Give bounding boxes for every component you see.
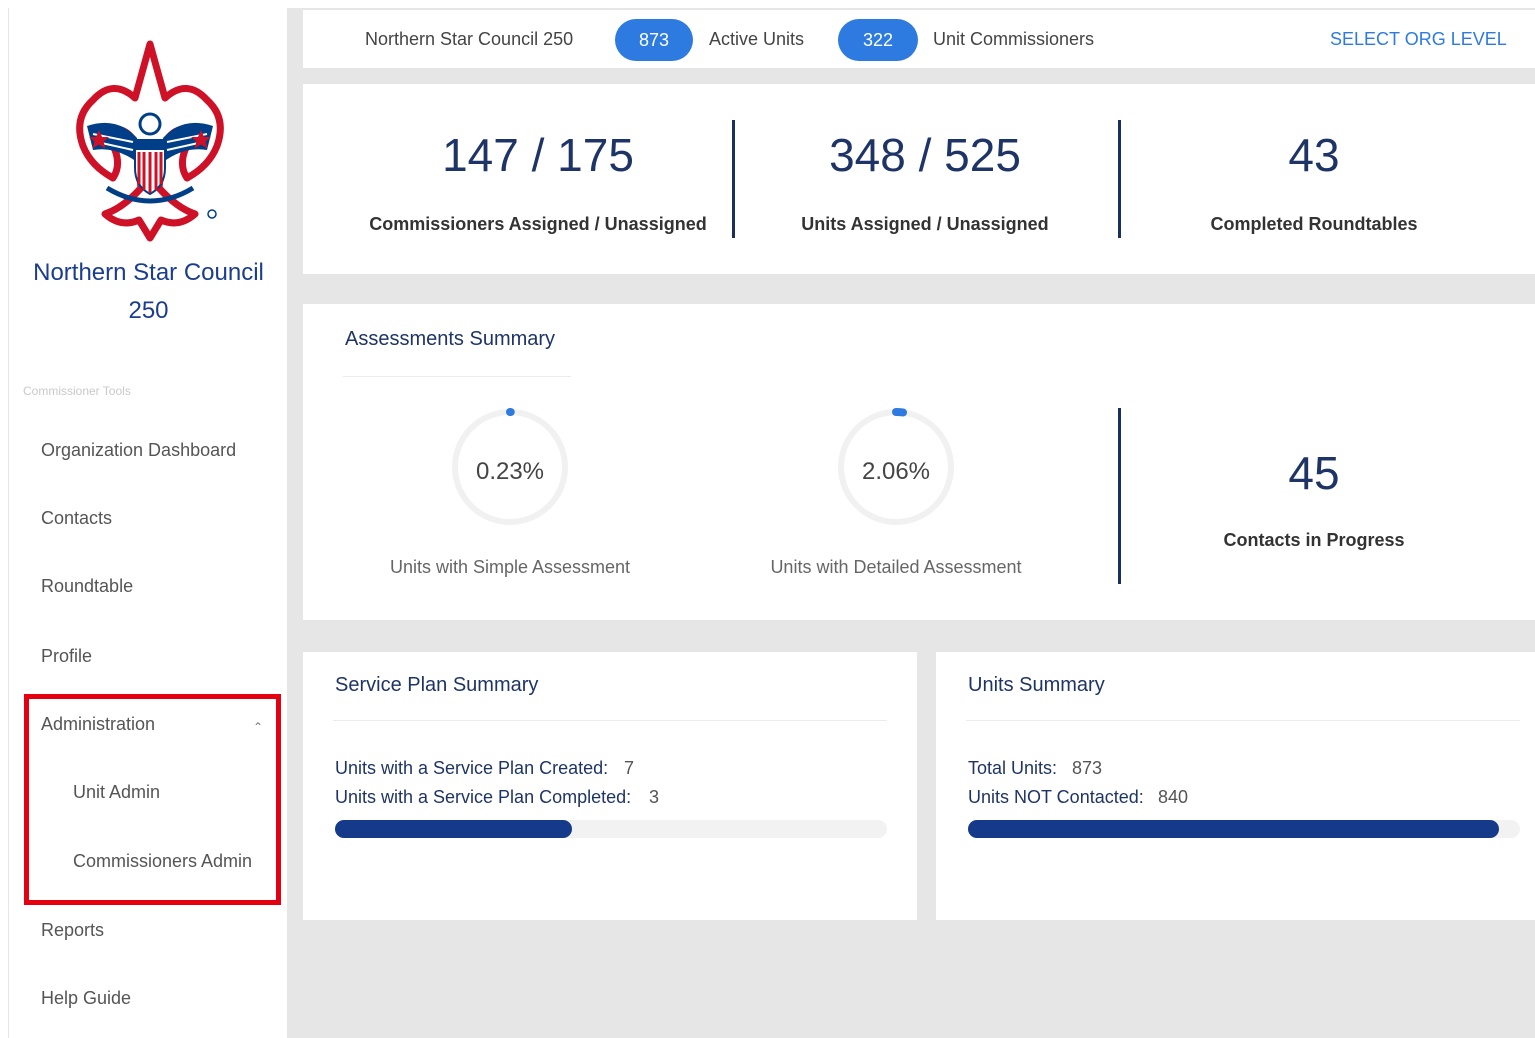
total-units-value: 873 xyxy=(1072,758,1103,778)
council-name-line1: Northern Star Council xyxy=(33,259,264,286)
units-not-contacted-label: Units NOT Contacted: xyxy=(968,787,1144,807)
assessment-divider xyxy=(1118,408,1121,584)
title-divider xyxy=(343,376,571,377)
stat-divider xyxy=(1118,120,1121,238)
active-units-badge: 873 xyxy=(615,19,693,61)
commissioners-stat-label: Commissioners Assigned / Unassigned xyxy=(369,214,707,234)
sidebar-item-help-guide[interactable]: Help Guide xyxy=(41,988,131,1009)
sidebar-item-reports[interactable]: Reports xyxy=(41,920,104,941)
service-plan-summary-title: Service Plan Summary xyxy=(335,674,539,696)
header-bar: Northern Star Council 250 873 Active Uni… xyxy=(303,10,1535,68)
units-summary-card: Units Summary Total Units: 873 Units NOT… xyxy=(936,652,1535,920)
service-plan-created-label: Units with a Service Plan Created: xyxy=(335,758,609,778)
roundtables-stat-value: 43 xyxy=(1288,129,1340,181)
service-plan-summary-card: Service Plan Summary Units with a Servic… xyxy=(303,652,917,920)
stats-card: 147 / 175 Commissioners Assigned / Unass… xyxy=(303,84,1535,274)
sidebar: Northern Star Council 250 Commissioner T… xyxy=(8,8,287,1038)
service-plan-progress-bar xyxy=(335,820,887,838)
title-divider xyxy=(966,720,1520,721)
sidebar-item-roundtable[interactable]: Roundtable xyxy=(41,576,133,597)
bsa-fleur-de-lis-logo xyxy=(76,40,224,242)
units-not-contacted-value: 840 xyxy=(1158,787,1189,807)
unit-commissioners-label: Unit Commissioners xyxy=(933,29,1095,49)
main-content: Northern Star Council 250 873 Active Uni… xyxy=(287,8,1535,1038)
units-summary-title: Units Summary xyxy=(968,674,1105,696)
detailed-assessment-value: 2.06% xyxy=(861,458,931,485)
administration-highlight-box xyxy=(24,694,281,905)
simple-assessment-label: Units with Simple Assessment xyxy=(389,557,631,577)
active-units-label: Active Units xyxy=(709,29,805,49)
header-council-name: Northern Star Council 250 xyxy=(365,29,574,49)
simple-assessment-value: 0.23% xyxy=(475,458,545,485)
commissioner-tools-label: Commissioner Tools xyxy=(23,384,131,398)
council-name: Northern Star Council 250 xyxy=(9,254,288,330)
service-plan-created-value: 7 xyxy=(624,758,635,778)
commissioners-stat-value: 147 / 175 xyxy=(442,129,634,181)
assessments-summary-card: Assessments Summary 0.23% Units with Sim… xyxy=(303,304,1535,620)
service-plan-progress-fill xyxy=(335,820,573,838)
sidebar-item-profile[interactable]: Profile xyxy=(41,646,92,667)
title-divider xyxy=(333,720,887,721)
assessments-summary-title: Assessments Summary xyxy=(345,328,556,350)
roundtables-stat-label: Completed Roundtables xyxy=(1210,214,1418,234)
sidebar-item-contacts[interactable]: Contacts xyxy=(41,508,112,529)
detailed-assessment-label: Units with Detailed Assessment xyxy=(770,557,1022,577)
total-units-label: Total Units: xyxy=(968,758,1058,778)
service-plan-completed-label: Units with a Service Plan Completed: xyxy=(335,787,632,807)
units-not-contacted-progress-bar xyxy=(968,820,1520,838)
units-stat-value: 348 / 525 xyxy=(829,129,1021,181)
units-not-contacted-progress-fill xyxy=(968,820,1500,838)
select-org-level-button[interactable]: SELECT ORG LEVEL xyxy=(1330,29,1507,50)
sidebar-item-organization-dashboard[interactable]: Organization Dashboard xyxy=(41,440,236,461)
contacts-in-progress-value: 45 xyxy=(1288,447,1340,499)
service-plan-completed-value: 3 xyxy=(649,787,660,807)
council-name-line2: 250 xyxy=(128,297,169,324)
units-stat-label: Units Assigned / Unassigned xyxy=(801,214,1049,234)
unit-commissioners-badge: 322 xyxy=(838,19,918,61)
contacts-in-progress-label: Contacts in Progress xyxy=(1223,530,1405,550)
